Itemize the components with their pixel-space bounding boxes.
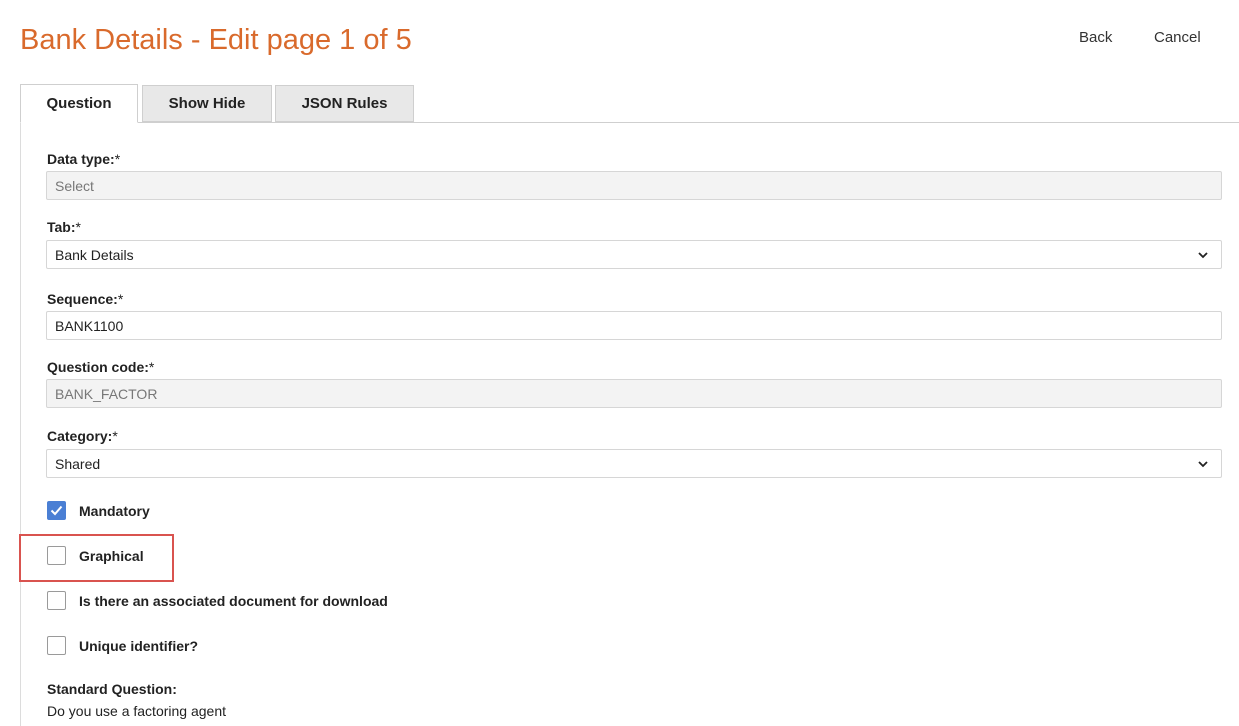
data-type-field: Select [46,171,1222,200]
sequence-label: Sequence:* [47,291,124,307]
chevron-down-icon [1198,461,1208,468]
unique-identifier-checkbox[interactable] [47,636,66,655]
cancel-link[interactable]: Cancel [1154,29,1201,47]
checkmark-icon [50,505,63,516]
panel-border [20,123,21,726]
document-checkbox[interactable] [47,591,66,610]
unique-identifier-checkbox-row[interactable]: Unique identifier? [47,635,198,656]
data-type-label: Data type:* [47,151,121,167]
question-code-value: BANK_FACTOR [55,385,158,402]
question-code-field: BANK_FACTOR [46,379,1222,408]
mandatory-label: Mandatory [79,502,150,519]
data-type-value: Select [55,177,94,194]
graphical-highlight-box [19,534,174,582]
back-link[interactable]: Back [1079,29,1112,47]
tab-select[interactable]: Bank Details [46,240,1222,269]
standard-question-label: Standard Question: [47,681,177,697]
question-code-label: Question code:* [47,359,155,375]
mandatory-checkbox-row[interactable]: Mandatory [47,500,150,521]
document-checkbox-row[interactable]: Is there an associated document for down… [47,590,388,611]
tab-show-hide[interactable]: Show Hide [142,85,272,122]
category-select[interactable]: Shared [46,449,1222,478]
tab-bar: Question Show Hide JSON Rules [20,84,1239,123]
sequence-input[interactable]: BANK1100 [46,311,1222,340]
chevron-down-icon [1198,252,1208,259]
tab-select-value: Bank Details [55,246,134,263]
standard-question-text: Do you use a factoring agent [47,703,227,719]
document-label: Is there an associated document for down… [79,592,388,609]
tab-question[interactable]: Question [20,84,138,123]
mandatory-checkbox[interactable] [47,501,66,520]
tab-label: Tab:* [47,219,81,235]
tab-json-rules[interactable]: JSON Rules [275,85,414,122]
category-select-value: Shared [55,455,101,472]
sequence-value: BANK1100 [55,317,124,334]
unique-identifier-label: Unique identifier? [79,637,198,654]
page-title: Bank Details - Edit page 1 of 5 [20,24,412,56]
tab-divider [20,122,1239,123]
category-label: Category:* [47,428,118,444]
